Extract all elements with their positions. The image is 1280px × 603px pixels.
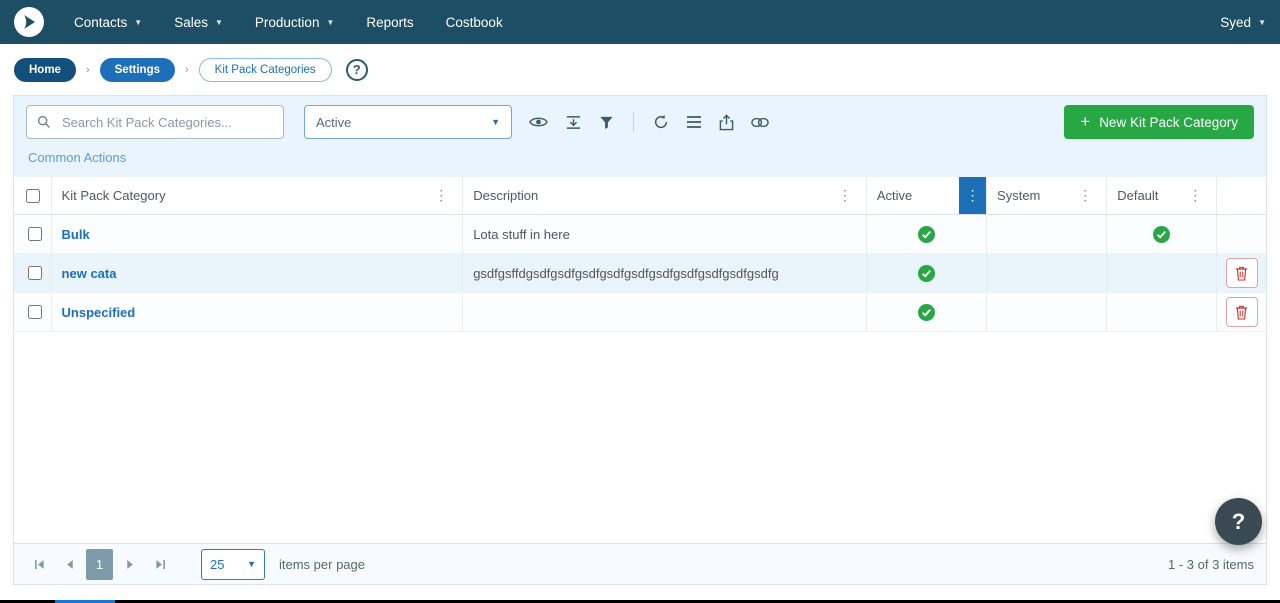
category-link[interactable]: Unspecified	[62, 305, 136, 320]
nav-item-costbook[interactable]: Costbook	[446, 15, 503, 30]
column-menu-icon[interactable]: ⋮	[1184, 187, 1206, 204]
chevron-down-icon: ▼	[247, 559, 256, 569]
table-row: Unspecified	[14, 293, 1266, 332]
next-page-button[interactable]	[117, 549, 143, 579]
plus-icon: +	[1080, 112, 1090, 132]
column-label: Kit Pack Category	[62, 188, 166, 203]
current-page-button[interactable]: 1	[86, 549, 113, 580]
main-content: Active ▼	[13, 95, 1267, 585]
row-checkbox[interactable]	[28, 266, 42, 280]
first-page-button[interactable]	[26, 549, 52, 579]
column-menu-icon[interactable]: ⋮	[834, 187, 856, 204]
new-kit-pack-category-button[interactable]: + New Kit Pack Category	[1064, 105, 1254, 139]
chevron-down-icon: ▼	[215, 18, 223, 27]
app-logo-icon	[20, 13, 38, 31]
page-size-dropdown[interactable]: 25 ▼	[201, 549, 265, 580]
nav-item-production[interactable]: Production ▼	[255, 15, 334, 30]
list-view-icon[interactable]	[686, 115, 702, 129]
column-menu-icon[interactable]: ⋮	[430, 187, 452, 204]
active-check-icon	[918, 265, 935, 282]
pagination-bar: 1 25 ▼ items per page 1 - 3 of 3 items	[14, 543, 1266, 584]
column-header-active[interactable]: Active ⋮	[867, 177, 986, 214]
items-per-page-label: items per page	[279, 557, 365, 572]
status-filter-value: Active	[316, 115, 351, 130]
page-range-label: 1 - 3 of 3 items	[1168, 557, 1254, 572]
breadcrumb-kit-pack-categories[interactable]: Kit Pack Categories	[199, 58, 332, 82]
status-filter-dropdown[interactable]: Active ▼	[304, 105, 512, 139]
user-name: Syed	[1220, 15, 1251, 30]
trash-icon	[1235, 305, 1248, 320]
common-actions-link[interactable]: Common Actions	[14, 145, 1266, 177]
trash-icon	[1235, 266, 1248, 281]
nav-item-contacts[interactable]: Contacts ▼	[74, 15, 142, 30]
select-all-checkbox[interactable]	[26, 189, 40, 203]
toolbar-divider	[633, 112, 634, 132]
export-icon[interactable]	[719, 114, 734, 131]
user-menu[interactable]: Syed ▼	[1220, 15, 1266, 30]
table-row: new cata gsdfgsffdgsdfgsdfgsdfgsdfgsdfgs…	[14, 254, 1266, 293]
column-label: Description	[473, 188, 538, 203]
description-text: gsdfgsffdgsdfgsdfgsdfgsdfgsdfgsdfgsdfgsd…	[473, 266, 778, 281]
nav-item-label: Production	[255, 15, 320, 30]
chevron-down-icon: ▼	[134, 18, 142, 27]
category-link[interactable]: new cata	[62, 266, 117, 281]
nav-item-label: Contacts	[74, 15, 127, 30]
grid-empty-area	[14, 332, 1266, 543]
row-checkbox[interactable]	[28, 305, 42, 319]
filter-icon[interactable]	[599, 115, 614, 130]
new-button-label: New Kit Pack Category	[1099, 115, 1238, 130]
app-logo[interactable]	[14, 7, 44, 37]
eye-icon[interactable]	[529, 115, 548, 129]
column-header-description[interactable]: Description ⋮	[463, 177, 866, 214]
nav-item-sales[interactable]: Sales ▼	[174, 15, 223, 30]
breadcrumb-separator: ›	[86, 64, 90, 76]
delete-button[interactable]	[1226, 258, 1258, 288]
column-header-default[interactable]: Default ⋮	[1107, 177, 1216, 214]
search-icon	[37, 115, 51, 129]
chevron-down-icon: ▼	[491, 117, 500, 127]
nav-item-label: Reports	[366, 15, 413, 30]
column-label: Default	[1117, 188, 1158, 203]
column-menu-icon[interactable]: ⋮	[1074, 187, 1096, 204]
breadcrumb-separator: ›	[185, 64, 189, 76]
column-header-system[interactable]: System ⋮	[987, 177, 1106, 214]
breadcrumb-home[interactable]: Home	[14, 58, 76, 82]
page-size-value: 25	[210, 557, 224, 572]
chevron-down-icon: ▼	[326, 18, 334, 27]
table-row: Bulk Lota stuff in here	[14, 215, 1266, 254]
refresh-icon[interactable]	[653, 114, 669, 130]
toolbar-icons	[529, 112, 769, 132]
top-navigation: Contacts ▼ Sales ▼ Production ▼ Reports …	[0, 0, 1280, 44]
column-header-actions	[1217, 177, 1266, 215]
search-box[interactable]	[26, 105, 284, 139]
breadcrumb: Home › Settings › Kit Pack Categories ?	[0, 44, 1280, 95]
previous-page-button[interactable]	[56, 549, 82, 579]
chevron-down-icon: ▼	[1258, 18, 1266, 27]
active-check-icon	[918, 304, 935, 321]
nav-item-label: Sales	[174, 15, 208, 30]
category-link[interactable]: Bulk	[62, 227, 90, 242]
default-check-icon	[1153, 226, 1170, 243]
help-icon[interactable]: ?	[346, 59, 368, 81]
description-text: Lota stuff in here	[473, 227, 570, 242]
delete-button[interactable]	[1226, 297, 1258, 327]
column-label: System	[997, 188, 1040, 203]
grid-toolbar: Active ▼	[14, 96, 1266, 145]
table-header-row: Kit Pack Category ⋮ Description ⋮ Active…	[14, 177, 1266, 215]
column-header-kit-pack-category[interactable]: Kit Pack Category ⋮	[52, 177, 463, 214]
link-icon[interactable]	[751, 117, 769, 128]
nav-item-label: Costbook	[446, 15, 503, 30]
kit-pack-categories-table: Kit Pack Category ⋮ Description ⋮ Active…	[14, 177, 1266, 332]
active-check-icon	[918, 226, 935, 243]
column-menu-icon-active[interactable]: ⋮	[959, 177, 986, 214]
insert-rows-icon[interactable]	[565, 114, 582, 131]
search-input[interactable]	[60, 114, 273, 131]
column-label: Active	[877, 188, 912, 203]
breadcrumb-settings[interactable]: Settings	[100, 58, 175, 82]
last-page-button[interactable]	[147, 549, 173, 579]
nav-item-reports[interactable]: Reports	[366, 15, 413, 30]
row-checkbox[interactable]	[28, 227, 42, 241]
toolbar-band: Active ▼	[14, 96, 1266, 177]
floating-help-button[interactable]: ?	[1215, 498, 1262, 545]
